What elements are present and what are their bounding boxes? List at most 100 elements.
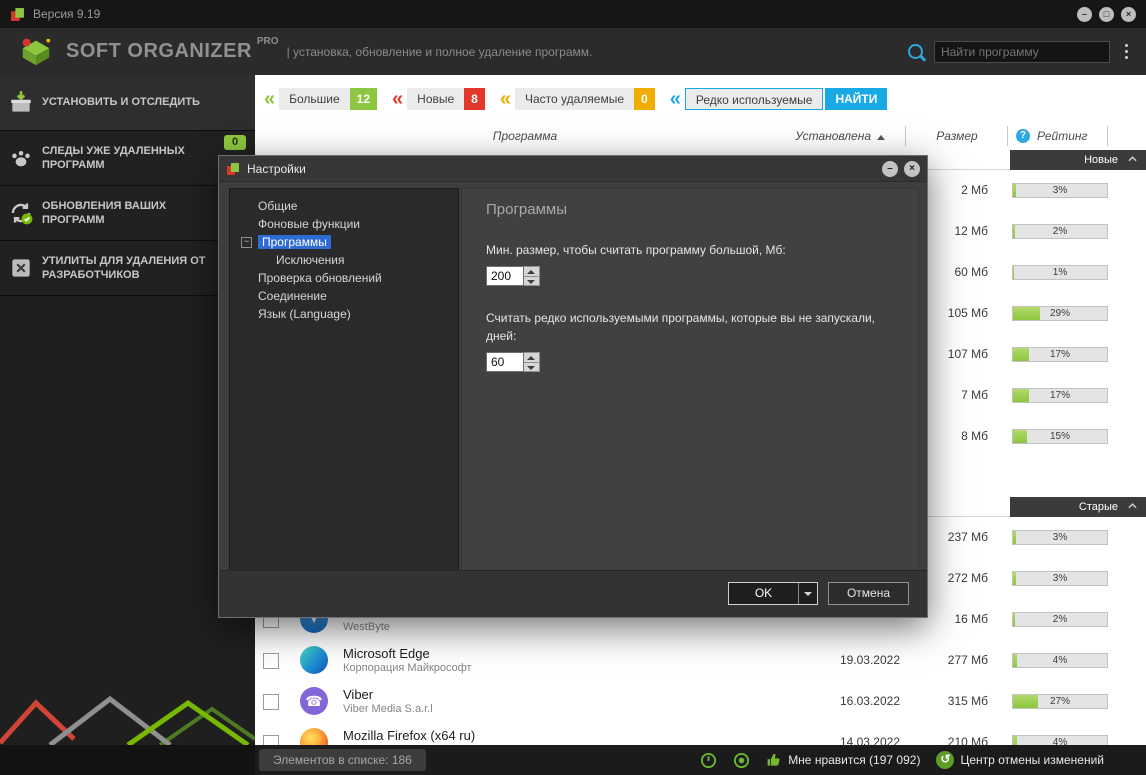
- settings-dialog: Настройки – × Общие Фоновые функции Прог…: [218, 155, 928, 618]
- thumbs-up-icon: [767, 753, 780, 766]
- sidebar-item-vendor-uninstallers[interactable]: УТИЛИТЫ ДЛЯ УДАЛЕНИЯ ОТ РАЗРАБОТЧИКОВ: [0, 241, 255, 296]
- dialog-footer: OK Отмена: [219, 570, 927, 617]
- column-program[interactable]: Программа: [465, 122, 585, 150]
- tree-item-connection[interactable]: Соединение: [230, 287, 458, 305]
- search-input[interactable]: [934, 40, 1110, 63]
- undo-center-button[interactable]: Центр отмены изменений: [936, 751, 1104, 769]
- cancel-button[interactable]: Отмена: [828, 582, 909, 605]
- status-indicator-icon-2[interactable]: [733, 752, 750, 769]
- rating-bar: 2%: [1012, 224, 1108, 239]
- sidebar-item-label: УТИЛИТЫ ДЛЯ УДАЛЕНИЯ ОТ РАЗРАБОТЧИКОВ: [42, 254, 206, 281]
- status-indicator-icon-1[interactable]: [700, 752, 717, 769]
- spinner-up-button[interactable]: [524, 266, 540, 276]
- tree-item-background[interactable]: Фоновые функции: [230, 215, 458, 233]
- maximize-button[interactable]: □: [1099, 6, 1114, 22]
- min-size-label: Мин. размер, чтобы считать программу бол…: [486, 243, 786, 257]
- ok-dropdown-icon[interactable]: [798, 583, 817, 604]
- tree-item-language[interactable]: Язык (Language): [230, 305, 458, 323]
- chevron-left-icon: [670, 88, 681, 110]
- installed-date-cell: 16.03.2022: [839, 694, 900, 708]
- brand-pro: PRO: [256, 36, 279, 47]
- rating-bar: 17%: [1012, 347, 1108, 362]
- dialog-close-button[interactable]: ×: [904, 160, 920, 177]
- dialog-title-bar: Настройки – ×: [219, 156, 927, 182]
- close-button[interactable]: ×: [1121, 6, 1136, 22]
- column-size[interactable]: Размер: [907, 122, 1007, 150]
- filter-large[interactable]: Большие 12: [264, 87, 378, 110]
- rating-bar: 29%: [1012, 306, 1108, 321]
- like-label: Мне нравится (197 092): [788, 753, 921, 767]
- filter-new[interactable]: Новые 8: [392, 87, 485, 110]
- find-button[interactable]: НАЙТИ: [825, 87, 888, 110]
- table-header: Программа Установлена Размер ? Рейтинг: [255, 122, 1146, 150]
- uninstall-tools-icon: [0, 255, 42, 281]
- filter-count-badge: 12: [349, 87, 378, 110]
- tree-item-programs[interactable]: Программы: [230, 233, 458, 251]
- rating-help-icon[interactable]: ?: [1016, 129, 1030, 143]
- tree-item-exclusions[interactable]: Исключения: [230, 251, 458, 269]
- filter-rarely-used[interactable]: Редко используемые НАЙТИ: [670, 87, 888, 110]
- dialog-minimize-button[interactable]: –: [882, 160, 898, 177]
- ok-split-button[interactable]: OK: [728, 582, 818, 605]
- items-count: Элементов в списке: 186: [259, 749, 426, 771]
- installed-date-cell: 19.03.2022: [839, 653, 900, 667]
- filter-label[interactable]: Большие: [279, 87, 350, 110]
- min-size-input[interactable]: [486, 266, 524, 287]
- settings-tree: Общие Фоновые функции Программы Исключен…: [229, 188, 459, 571]
- chevron-up-icon: [1128, 156, 1137, 162]
- size-cell: 210 Мб: [947, 735, 988, 745]
- menu-kebab-icon[interactable]: [1121, 42, 1132, 61]
- rating-bar: 17%: [1012, 388, 1108, 403]
- sidebar-item-install-track[interactable]: УСТАНОВИТЬ И ОТСЛЕДИТЬ: [0, 75, 255, 131]
- tree-item-general[interactable]: Общие: [230, 197, 458, 215]
- column-rating[interactable]: Рейтинг: [1037, 122, 1117, 150]
- brand-tagline: | установка, обновление и полное удалени…: [286, 44, 593, 59]
- row-checkbox[interactable]: [263, 653, 279, 669]
- title-bar: Версия 9.19 – □ ×: [0, 0, 1146, 28]
- spinner-down-button[interactable]: [524, 361, 540, 373]
- rating-bar: 2%: [1012, 612, 1108, 627]
- spinner-down-button[interactable]: [524, 275, 540, 287]
- program-name: Mozilla Firefox (x64 ru): [343, 728, 476, 743]
- program-name: Viber: [343, 687, 374, 702]
- table-row[interactable]: Viber Viber Media S.a.r.l 16.03.2022 315…: [255, 681, 1146, 722]
- program-icon-viber: [300, 687, 328, 715]
- rating-bar: 1%: [1012, 265, 1108, 280]
- group-collapse-old[interactable]: Старые: [1010, 497, 1146, 517]
- filter-label[interactable]: Редко используемые: [684, 87, 824, 110]
- like-button[interactable]: Мне нравится (197 092): [766, 752, 920, 768]
- sidebar-item-traces[interactable]: СЛЕДЫ УЖЕ УДАЛЕННЫХ ПРОГРАММ: [0, 131, 255, 186]
- filter-label[interactable]: Новые: [407, 87, 465, 110]
- column-divider: [1107, 126, 1108, 146]
- chevron-left-icon: [500, 88, 511, 110]
- tree-item-update-check[interactable]: Проверка обновлений: [230, 269, 458, 287]
- column-divider: [905, 126, 906, 146]
- sidebar-item-label: УСТАНОВИТЬ И ОТСЛЕДИТЬ: [42, 96, 200, 109]
- sidebar-item-updates[interactable]: ОБНОВЛЕНИЯ ВАШИХ ПРОГРАММ: [0, 186, 255, 241]
- row-checkbox[interactable]: [263, 735, 279, 745]
- table-row[interactable]: Mozilla Firefox (x64 ru) Mozilla 14.03.2…: [255, 722, 1146, 745]
- group-collapse-new[interactable]: Новые: [1010, 150, 1146, 170]
- search-icon[interactable]: [908, 44, 923, 59]
- min-size-spinner: [486, 266, 544, 287]
- rarely-used-input[interactable]: [486, 352, 524, 373]
- program-icon-firefox: [300, 728, 328, 745]
- table-row[interactable]: Microsoft Edge Корпорация Майкрософт 19.…: [255, 640, 1146, 681]
- traces-count-badge: 0: [224, 135, 246, 150]
- filter-count-badge: 8: [464, 87, 485, 110]
- settings-content: Программы Мин. размер, чтобы считать про…: [461, 188, 919, 571]
- filter-bar: Большие 12 Новые 8 Часто удаляемые 0 Ред…: [255, 75, 1146, 122]
- filter-often-removed[interactable]: Часто удаляемые 0: [500, 87, 655, 110]
- sidebar-item-label: СЛЕДЫ УЖЕ УДАЛЕННЫХ ПРОГРАММ: [42, 144, 185, 171]
- column-installed[interactable]: Установлена: [755, 122, 885, 150]
- program-publisher: Корпорация Майкрософт: [343, 662, 472, 674]
- minimize-button[interactable]: –: [1077, 6, 1092, 22]
- tree-collapse-icon[interactable]: [241, 237, 252, 248]
- row-checkbox[interactable]: [263, 694, 279, 710]
- spinner-up-button[interactable]: [524, 352, 540, 362]
- rating-bar: 4%: [1012, 735, 1108, 745]
- filter-label[interactable]: Часто удаляемые: [514, 87, 635, 110]
- rarely-used-spinner: [486, 352, 544, 373]
- dialog-title: Настройки: [247, 161, 306, 176]
- ok-button[interactable]: OK: [729, 583, 798, 604]
